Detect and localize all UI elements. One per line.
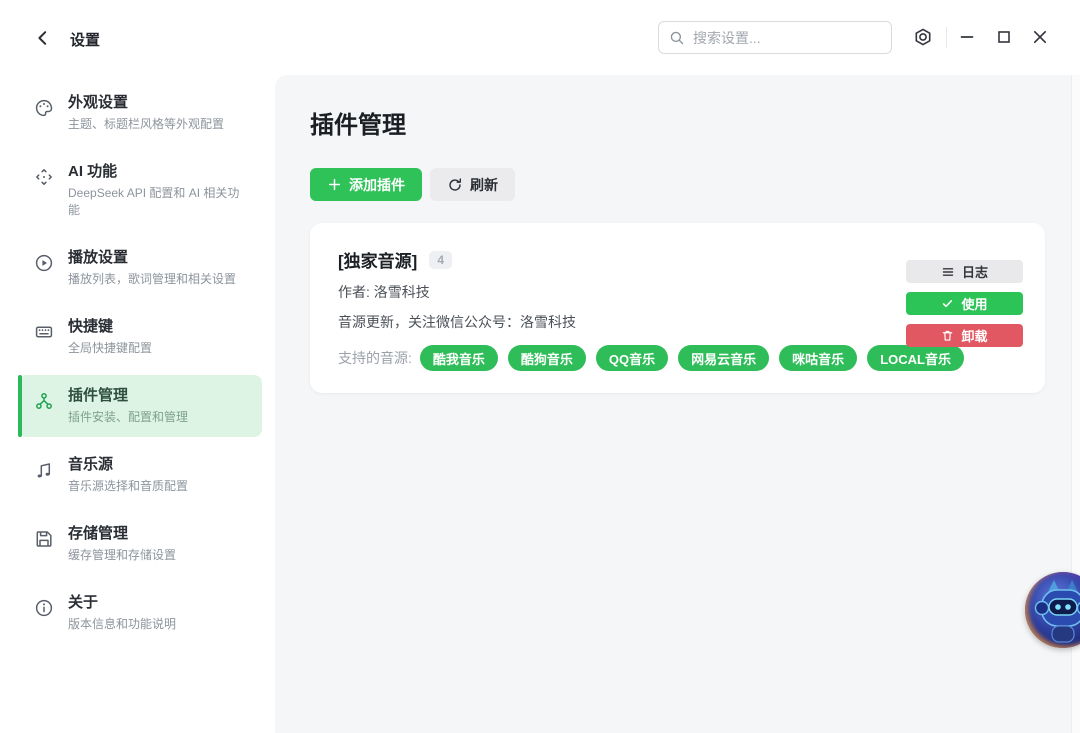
sidebar-item-text: 外观设置 主题、标题栏风格等外观配置 <box>68 93 224 133</box>
plugin-icon <box>34 391 54 411</box>
chevron-left-icon <box>33 28 53 48</box>
sidebar-item-appearance[interactable]: 外观设置 主题、标题栏风格等外观配置 <box>18 82 262 144</box>
titlebar: 设置 <box>0 0 1080 75</box>
info-icon <box>34 598 54 618</box>
source-tag: LOCAL音乐 <box>867 345 964 371</box>
sidebar-item-label: 音乐源 <box>68 455 188 475</box>
search-icon <box>669 30 685 46</box>
back-button[interactable] <box>30 25 56 51</box>
sidebar-item-about[interactable]: 关于 版本信息和功能说明 <box>18 582 262 644</box>
music-note-icon <box>34 460 54 480</box>
sidebar-item-text: 播放设置 播放列表，歌词管理和相关设置 <box>68 248 236 288</box>
sidebar-item-desc: 插件安装、配置和管理 <box>68 409 188 426</box>
sidebar-item-plugins[interactable]: 插件管理 插件安装、配置和管理 <box>18 375 262 437</box>
sidebar-item-desc: 缓存管理和存储设置 <box>68 547 176 564</box>
uninstall-label: 卸载 <box>961 326 987 345</box>
floppy-disk-icon <box>34 529 54 549</box>
sidebar-item-label: 外观设置 <box>68 93 224 113</box>
plugin-sources-row: 支持的音源: 酷我音乐 酷狗音乐 QQ音乐 网易云音乐 咪咕音乐 LOCAL音乐 <box>338 345 1019 371</box>
use-label: 使用 <box>961 294 987 313</box>
plugin-card-buttons: 日志 使用 卸载 <box>906 260 1023 347</box>
sidebar-item-text: 音乐源 音乐源选择和音质配置 <box>68 455 188 495</box>
close-icon <box>1030 27 1050 47</box>
sidebar-item-label: 插件管理 <box>68 386 188 406</box>
source-tag: QQ音乐 <box>596 345 668 371</box>
page-title: 插件管理 <box>310 111 1045 141</box>
ai-sparkle-icon <box>34 167 54 187</box>
plugin-management-panel: 插件管理 添加插件 刷新 [独家音源] 4 作者: 洛雪科技 音源更新，关注微信… <box>275 75 1071 733</box>
sidebar-item-text: 快捷键 全局快捷键配置 <box>68 317 152 357</box>
settings-gear-button[interactable] <box>909 23 937 51</box>
search-input[interactable] <box>693 30 881 46</box>
log-button[interactable]: 日志 <box>906 260 1023 283</box>
source-tag: 网易云音乐 <box>678 345 769 371</box>
settings-sidebar: 外观设置 主题、标题栏风格等外观配置 AI 功能 DeepSeek API 配置… <box>0 75 275 733</box>
add-plugin-button[interactable]: 添加插件 <box>310 168 422 201</box>
sidebar-item-text: 存储管理 缓存管理和存储设置 <box>68 524 176 564</box>
plugin-actions: 添加插件 刷新 <box>310 168 1045 201</box>
sidebar-item-desc: 音乐源选择和音质配置 <box>68 478 188 495</box>
sidebar-item-desc: 播放列表，歌词管理和相关设置 <box>68 271 236 288</box>
sidebar-item-desc: DeepSeek API 配置和 AI 相关功能 <box>68 185 246 219</box>
window-title: 设置 <box>70 29 100 50</box>
use-button[interactable]: 使用 <box>906 292 1023 315</box>
trash-icon <box>941 329 954 342</box>
settings-window: { "titlebar": { "back_icon": "chevron-le… <box>0 0 1080 733</box>
sidebar-item-desc: 全局快捷键配置 <box>68 340 152 357</box>
minimize-button[interactable] <box>953 23 981 51</box>
play-circle-icon <box>34 253 54 273</box>
check-icon <box>941 297 954 310</box>
sidebar-item-label: 播放设置 <box>68 248 236 268</box>
plugin-name: [独家音源] <box>338 247 417 272</box>
sidebar-item-label: 快捷键 <box>68 317 152 337</box>
minimize-icon <box>957 27 977 47</box>
sidebar-item-playback[interactable]: 播放设置 播放列表，歌词管理和相关设置 <box>18 237 262 299</box>
source-tag: 咪咕音乐 <box>779 345 857 371</box>
plugin-card: [独家音源] 4 作者: 洛雪科技 音源更新，关注微信公众号：洛雪科技 支持的音… <box>310 223 1045 393</box>
sidebar-item-ai[interactable]: AI 功能 DeepSeek API 配置和 AI 相关功能 <box>18 151 262 230</box>
sidebar-item-music-source[interactable]: 音乐源 音乐源选择和音质配置 <box>18 444 262 506</box>
sidebar-item-desc: 版本信息和功能说明 <box>68 616 176 633</box>
sources-label: 支持的音源: <box>338 348 412 368</box>
sidebar-item-label: 关于 <box>68 593 176 613</box>
titlebar-divider <box>946 27 947 48</box>
log-label: 日志 <box>962 262 988 281</box>
sidebar-item-text: AI 功能 DeepSeek API 配置和 AI 相关功能 <box>68 162 246 219</box>
plugin-count-badge: 4 <box>429 251 452 269</box>
source-tag: 酷狗音乐 <box>508 345 586 371</box>
plus-icon <box>327 177 342 192</box>
refresh-button[interactable]: 刷新 <box>430 168 515 201</box>
maximize-icon <box>994 27 1014 47</box>
sidebar-item-hotkeys[interactable]: 快捷键 全局快捷键配置 <box>18 306 262 368</box>
sidebar-item-label: 存储管理 <box>68 524 176 544</box>
refresh-label: 刷新 <box>470 175 498 195</box>
sidebar-item-label: AI 功能 <box>68 162 246 182</box>
refresh-icon <box>447 177 463 193</box>
source-tag: 酷我音乐 <box>420 345 498 371</box>
nut-icon <box>913 27 933 47</box>
uninstall-button[interactable]: 卸载 <box>906 324 1023 347</box>
sidebar-item-storage[interactable]: 存储管理 缓存管理和存储设置 <box>18 513 262 575</box>
settings-search <box>658 21 892 54</box>
maximize-button[interactable] <box>990 23 1018 51</box>
sidebar-item-text: 插件管理 插件安装、配置和管理 <box>68 386 188 426</box>
sidebar-item-desc: 主题、标题栏风格等外观配置 <box>68 116 224 133</box>
close-button[interactable] <box>1026 23 1054 51</box>
palette-icon <box>34 98 54 118</box>
add-plugin-label: 添加插件 <box>349 175 405 195</box>
list-lines-icon <box>941 265 955 279</box>
keyboard-icon <box>34 322 54 342</box>
sidebar-item-text: 关于 版本信息和功能说明 <box>68 593 176 633</box>
